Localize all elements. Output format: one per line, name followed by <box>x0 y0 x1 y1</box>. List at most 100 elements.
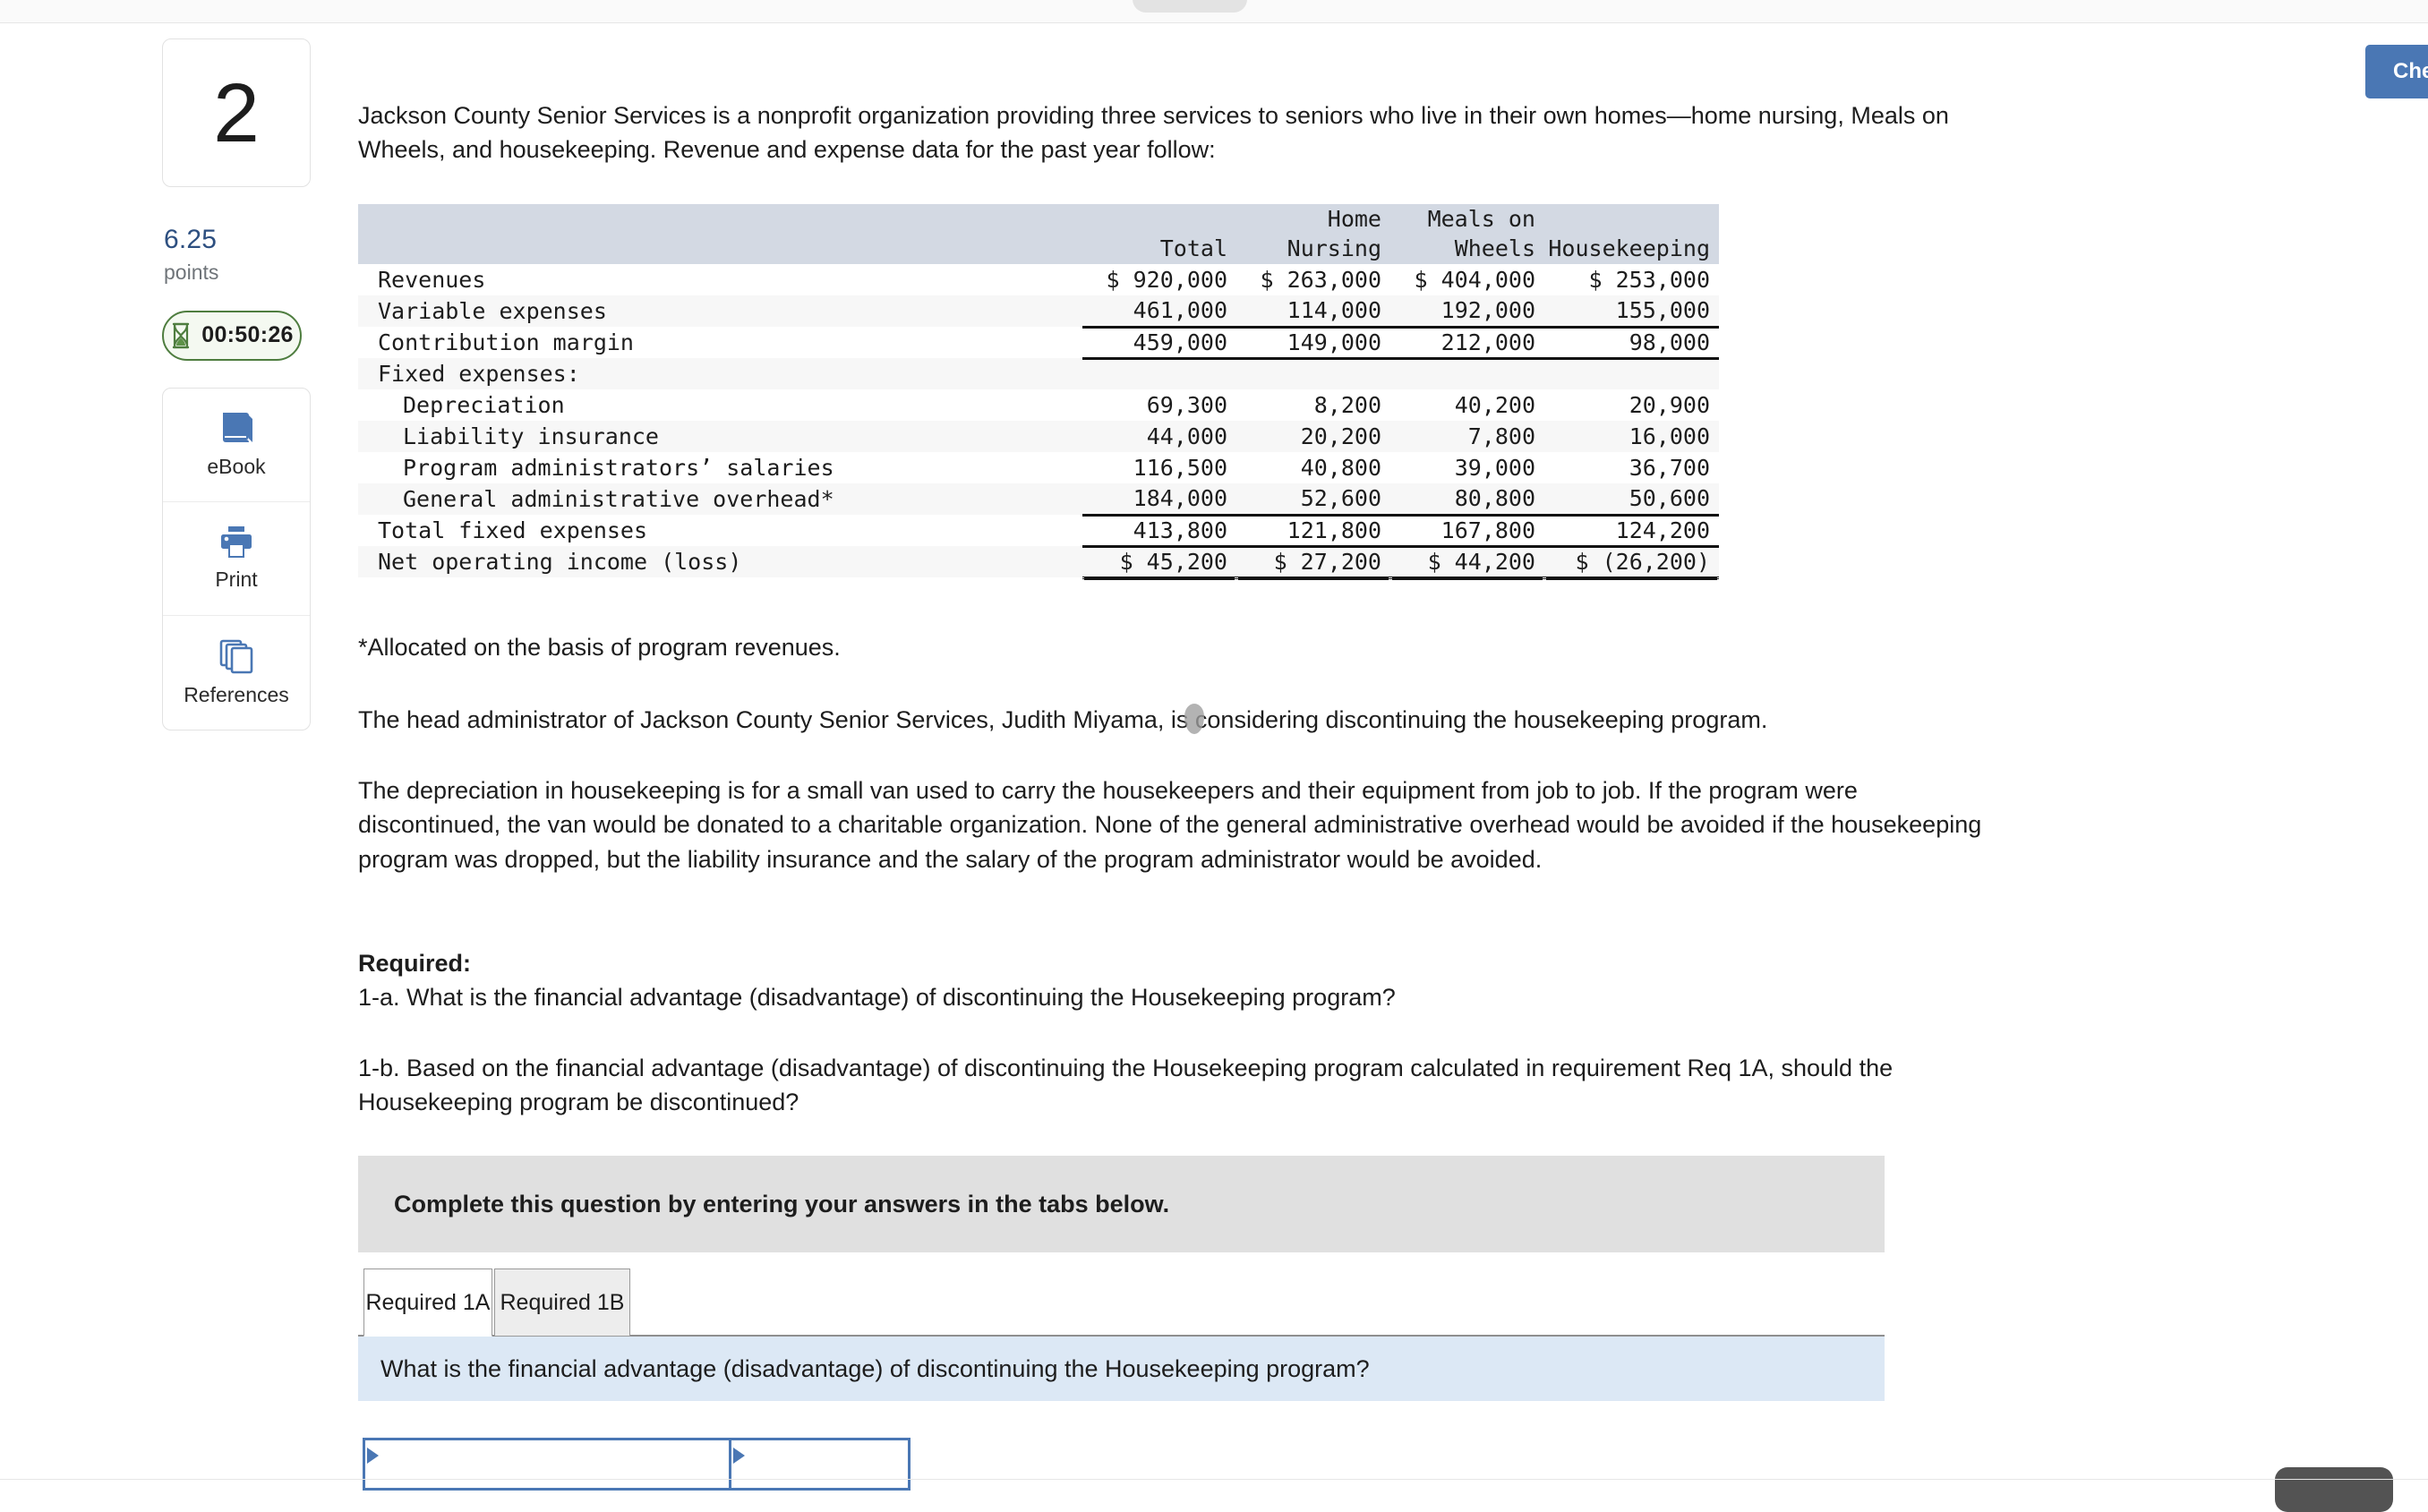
top-pill-handle[interactable] <box>1133 0 1247 13</box>
row-value-meals: $ 44,200 <box>1390 546 1544 579</box>
tab-required-1a[interactable]: Required 1A <box>363 1269 492 1337</box>
ebook-label: eBook <box>207 455 266 479</box>
row-value-housekeeping: 20,900 <box>1629 392 1710 418</box>
required-heading: Required: <box>358 950 472 977</box>
row-value-housekeeping: 124,200 <box>1544 515 1719 548</box>
row-label: Total fixed expenses <box>378 517 648 543</box>
row-label: General administrative overhead* <box>358 483 1082 515</box>
header-blank-1 <box>358 204 1082 233</box>
row-value-housekeeping: 36,700 <box>1629 455 1710 481</box>
row-value-home-nursing: 40,800 <box>1300 455 1381 481</box>
row-value-total: 459,000 <box>1082 327 1236 360</box>
header-home-nursing: Nursing <box>1236 233 1390 264</box>
row-label: Revenues <box>378 267 486 293</box>
print-button[interactable]: Print <box>163 502 310 616</box>
answer-banner-text: Complete this question by entering your … <box>394 1190 1170 1217</box>
row-value-home-nursing: $ 27,200 <box>1236 546 1390 579</box>
row-value-meals: 192,000 <box>1390 295 1544 329</box>
question-number-box: 2 <box>162 38 311 187</box>
row-value-home-nursing: 149,000 <box>1236 327 1390 360</box>
table-row: Revenues $ 920,000 $ 263,000 $ 404,000 $… <box>358 264 1719 295</box>
row-value-housekeeping <box>1544 358 1719 389</box>
row-value-meals: 167,800 <box>1390 515 1544 548</box>
question-sidebar: 2 6.25 points 00:50:26 eBook Print Refer… <box>162 38 311 730</box>
timer-value: 00:50:26 <box>201 322 294 348</box>
row-value-meals: 40,200 <box>1454 392 1535 418</box>
row-value-home-nursing: $ 263,000 <box>1260 267 1381 293</box>
header-total: Total <box>1082 233 1236 264</box>
required-block: Required: 1-a. What is the financial adv… <box>358 946 2023 1119</box>
table-row: Variable expenses 461,000 114,000 192,00… <box>358 295 1719 329</box>
header-meals-on-wheels-top: Meals on <box>1390 204 1544 233</box>
table-row: Program administrators’ salaries 116,500… <box>358 452 1719 483</box>
row-value-home-nursing: 114,000 <box>1236 295 1390 329</box>
table-row: Fixed expenses: <box>358 358 1719 389</box>
intro-paragraph: Jackson County Senior Services is a nonp… <box>358 102 1949 164</box>
row-value-total: 413,800 <box>1082 515 1236 548</box>
points-value: 6.25 <box>164 225 218 254</box>
timer-badge: 00:50:26 <box>162 310 302 361</box>
row-value-meals: 80,800 <box>1390 483 1544 517</box>
answer-grid-row <box>363 1438 910 1491</box>
tab-question-text: What is the financial advantage (disadva… <box>380 1354 1370 1382</box>
row-value-meals: 212,000 <box>1390 327 1544 360</box>
row-label: Net operating income (loss) <box>358 546 1082 577</box>
row-value-meals: 7,800 <box>1390 421 1544 452</box>
table-footnote: *Allocated on the basis of program reven… <box>358 634 841 661</box>
check-my-work-button[interactable]: Check my work <box>2365 45 2428 98</box>
header-total-top <box>1082 204 1236 233</box>
answer-cell-value[interactable] <box>729 1438 910 1491</box>
financial-table-body: Home Meals on Total Nursing Wheels House… <box>358 204 1719 579</box>
financial-data-table: Home Meals on Total Nursing Wheels House… <box>358 204 1719 579</box>
help-chat-button[interactable] <box>2275 1467 2393 1512</box>
required-1a: 1-a. What is the financial advantage (di… <box>358 984 1396 1012</box>
row-label: Variable expenses <box>358 295 1082 327</box>
references-button[interactable]: References <box>163 616 310 730</box>
row-value-housekeeping: 50,600 <box>1544 483 1719 517</box>
row-value-meals: 39,000 <box>1454 455 1535 481</box>
row-value-housekeeping: 98,000 <box>1544 327 1719 360</box>
row-value-home-nursing: 20,200 <box>1236 421 1390 452</box>
table-row: Liability insurance 44,000 20,200 7,800 … <box>358 421 1719 452</box>
points-label: points <box>164 260 219 284</box>
header-meals-on-wheels: Wheels <box>1390 233 1544 264</box>
points-block: 6.25 points <box>162 225 311 286</box>
row-value-home-nursing: 121,800 <box>1236 515 1390 548</box>
row-label: Liability insurance <box>358 421 1082 452</box>
row-value-housekeeping: 16,000 <box>1544 421 1719 452</box>
table-row: Net operating income (loss) $ 45,200 $ 2… <box>358 546 1719 579</box>
header-housekeeping: Housekeeping <box>1544 233 1719 264</box>
header-home-nursing-top: Home <box>1236 204 1390 233</box>
table-header-row-2: Total Nursing Wheels Housekeeping <box>358 233 1719 264</box>
answer-cell-label[interactable] <box>363 1438 731 1491</box>
row-value-housekeeping: 155,000 <box>1544 295 1719 329</box>
row-value-home-nursing: 52,600 <box>1236 483 1390 517</box>
tool-card: eBook Print References <box>162 387 311 730</box>
row-value-total: 69,300 <box>1146 392 1227 418</box>
references-label: References <box>184 682 289 706</box>
row-value-home-nursing: 8,200 <box>1313 392 1381 418</box>
row-value-housekeeping: $ (26,200) <box>1544 546 1719 579</box>
ebook-icon <box>218 410 255 446</box>
row-value-total <box>1082 358 1236 389</box>
row-value-total: $ 45,200 <box>1082 546 1236 579</box>
row-value-total: 116,500 <box>1133 455 1227 481</box>
answer-banner: Complete this question by entering your … <box>358 1156 1885 1252</box>
table-row: Depreciation 69,300 8,200 40,200 20,900 <box>358 389 1719 421</box>
paragraph-depreciation: The depreciation in housekeeping is for … <box>358 777 1982 873</box>
table-row: Total fixed expenses 413,800 121,800 167… <box>358 515 1719 548</box>
top-bar <box>0 0 2428 23</box>
table-row: Contribution margin 459,000 149,000 212,… <box>358 327 1719 360</box>
bottom-divider <box>0 1479 2428 1480</box>
print-label: Print <box>215 568 258 592</box>
required-1b: 1-b. Based on the financial advantage (d… <box>358 1054 1894 1115</box>
tab-required-1b[interactable]: Required 1B <box>494 1269 630 1337</box>
row-label: Contribution margin <box>378 329 634 355</box>
row-value-total: 184,000 <box>1082 483 1236 517</box>
ebook-button[interactable]: eBook <box>163 389 310 502</box>
references-icon <box>218 638 255 674</box>
header-blank-2 <box>358 233 1082 264</box>
row-label: Depreciation <box>403 392 565 418</box>
cell-marker-icon <box>367 1448 379 1464</box>
row-value-meals: $ 404,000 <box>1414 267 1535 293</box>
